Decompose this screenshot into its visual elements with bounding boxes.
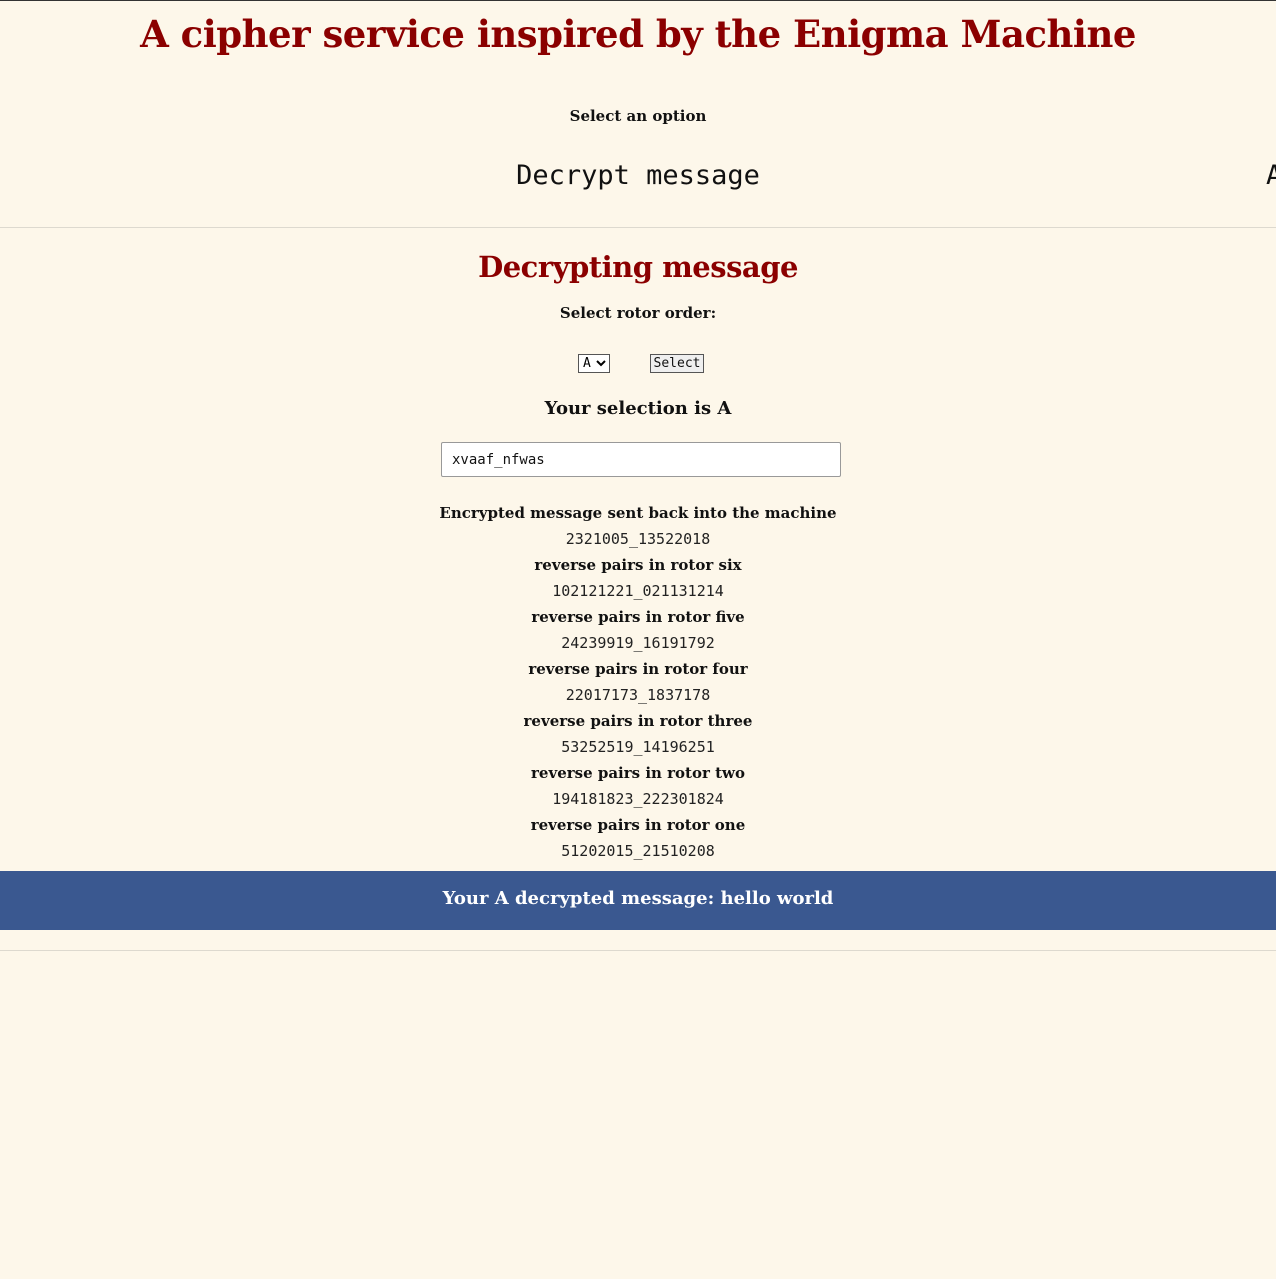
step-label: reverse pairs in rotor six bbox=[534, 556, 742, 574]
option-label: Select an option bbox=[569, 107, 707, 125]
rotor-order-select[interactable]: A bbox=[578, 354, 610, 373]
step-value: 22017173_1837178 bbox=[565, 686, 711, 704]
rotor-order-label: Select rotor order: bbox=[559, 304, 717, 322]
message-input[interactable] bbox=[441, 442, 841, 477]
step-label: reverse pairs in rotor two bbox=[531, 764, 745, 782]
step-label: reverse pairs in rotor five bbox=[531, 608, 745, 626]
step-label: Encrypted message sent back into the mac… bbox=[439, 504, 837, 522]
selection-text: Your selection is A bbox=[544, 398, 732, 419]
step-value: 53252519_14196251 bbox=[561, 738, 715, 756]
step-value: 194181823_222301824 bbox=[552, 790, 724, 808]
decrypt-option-link[interactable]: Decrypt message bbox=[0, 160, 1276, 191]
page-title: A cipher service inspired by the Enigma … bbox=[140, 12, 1136, 56]
step-label: reverse pairs in rotor four bbox=[528, 660, 748, 678]
divider-top bbox=[0, 227, 1276, 228]
step-value: 102121221_021131214 bbox=[552, 582, 724, 600]
select-button[interactable]: Select bbox=[650, 354, 704, 373]
decryption-steps: Encrypted message sent back into the mac… bbox=[0, 500, 1276, 864]
second-option-link[interactable]: A bbox=[1266, 160, 1276, 191]
step-label: reverse pairs in rotor one bbox=[530, 816, 746, 834]
step-value: 24239919_16191792 bbox=[561, 634, 715, 652]
divider-bottom bbox=[0, 950, 1276, 951]
decrypted-result-banner: Your A decrypted message: hello world bbox=[0, 871, 1276, 930]
decrypt-option-label[interactable]: Decrypt message bbox=[516, 160, 760, 191]
step-label: reverse pairs in rotor three bbox=[523, 712, 753, 730]
step-value: 51202015_21510208 bbox=[561, 842, 715, 860]
step-value: 2321005_13522018 bbox=[565, 530, 711, 548]
top-border bbox=[0, 0, 1276, 1]
section-heading: Decrypting message bbox=[478, 250, 798, 284]
